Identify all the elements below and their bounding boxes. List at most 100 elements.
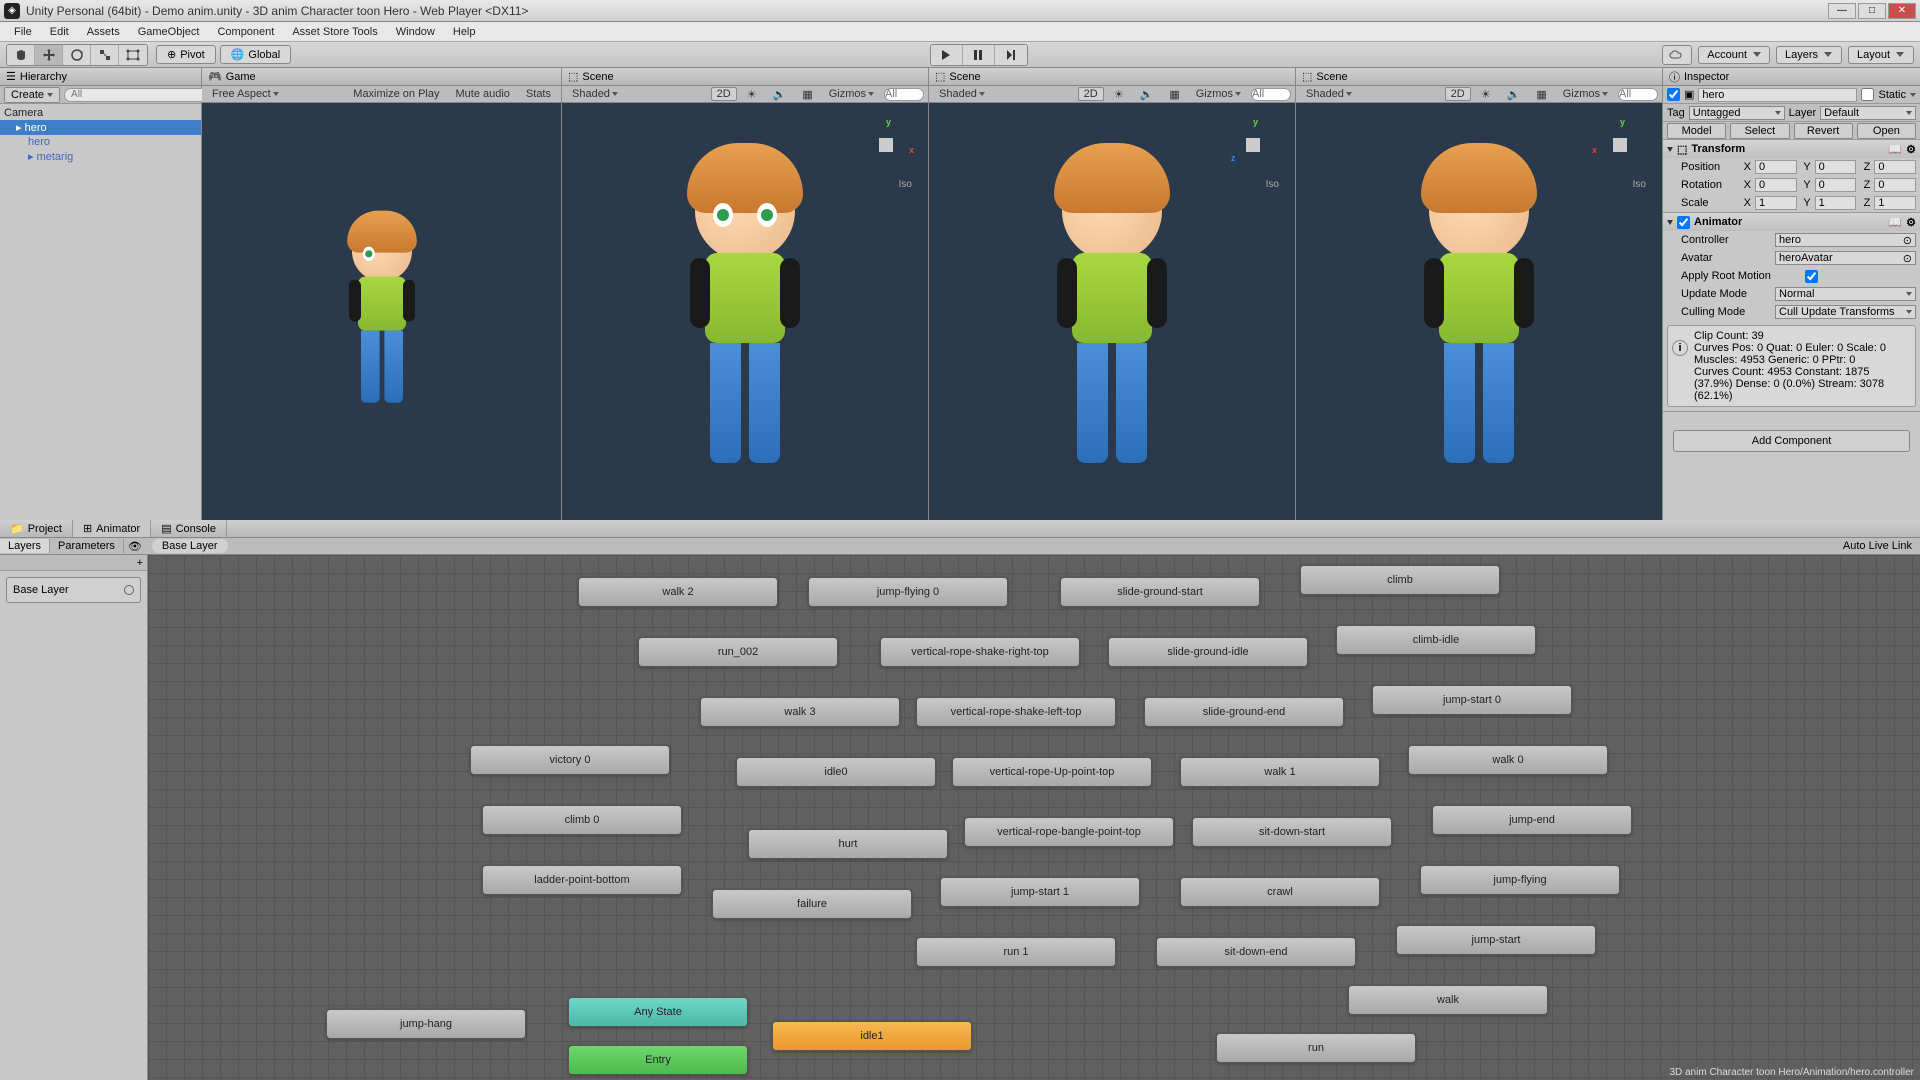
view-gizmo[interactable]: yz (1225, 117, 1281, 173)
animator-header[interactable]: Animator📖⚙ (1663, 213, 1920, 231)
menu-edit[interactable]: Edit (42, 24, 77, 40)
scene-canvas[interactable]: yz Iso (929, 103, 1295, 520)
add-layer-button[interactable]: + (137, 557, 143, 569)
scene-tab[interactable]: ⬚Scene (929, 68, 1295, 86)
layers-dropdown[interactable]: Layers (1776, 46, 1842, 64)
state-node[interactable]: climb 0 (482, 805, 682, 835)
state-node[interactable]: run (1216, 1033, 1416, 1063)
update-mode-dropdown[interactable]: Normal (1775, 287, 1916, 301)
state-node[interactable]: run_002 (638, 637, 838, 667)
tag-dropdown[interactable]: Untagged (1689, 106, 1785, 120)
state-node[interactable]: walk (1348, 985, 1548, 1015)
scene-canvas[interactable]: yx Iso (1296, 103, 1662, 520)
light-icon[interactable]: ☀ (1475, 87, 1497, 102)
state-node[interactable]: walk 2 (578, 577, 778, 607)
scale-y-input[interactable] (1815, 196, 1857, 210)
minimize-button[interactable]: — (1828, 3, 1856, 19)
state-node[interactable]: jump-start (1396, 925, 1596, 955)
menu-window[interactable]: Window (388, 24, 443, 40)
state-node[interactable]: jump-hang (326, 1009, 526, 1039)
menu-component[interactable]: Component (209, 24, 282, 40)
state-node[interactable]: failure (712, 889, 912, 919)
culling-mode-dropdown[interactable]: Cull Update Transforms (1775, 305, 1916, 319)
rect-tool[interactable] (119, 45, 147, 65)
shaded-dropdown[interactable]: Shaded (933, 87, 991, 101)
light-icon[interactable]: ☀ (1108, 87, 1130, 102)
pause-button[interactable] (963, 45, 995, 65)
state-node[interactable]: slide-ground-start (1060, 577, 1260, 607)
hierarchy-item[interactable]: Camera (0, 106, 201, 120)
animator-enabled[interactable] (1677, 216, 1690, 229)
scale-z-input[interactable] (1874, 196, 1916, 210)
gear-icon[interactable]: ⚙ (1906, 143, 1916, 156)
rot-x-input[interactable] (1755, 178, 1797, 192)
shaded-dropdown[interactable]: Shaded (1300, 87, 1358, 101)
object-name-input[interactable] (1698, 88, 1857, 102)
audio-icon[interactable]: 🔊 (1134, 87, 1160, 102)
animator-graph[interactable]: Any State Entry idle1 3D anim Character … (148, 555, 1920, 1080)
pos-x-input[interactable] (1755, 160, 1797, 174)
cloud-button[interactable] (1662, 45, 1692, 65)
step-button[interactable] (995, 45, 1027, 65)
state-node[interactable]: walk 1 (1180, 757, 1380, 787)
inspector-tab[interactable]: ⓘInspector (1663, 68, 1920, 86)
open-button[interactable]: Open (1857, 123, 1916, 139)
audio-icon[interactable]: 🔊 (1501, 87, 1527, 102)
create-button[interactable]: Create (4, 87, 60, 103)
any-state-node[interactable]: Any State (568, 997, 748, 1027)
state-node[interactable]: climb-idle (1336, 625, 1536, 655)
state-node[interactable]: vertical-rope-Up-point-top (952, 757, 1152, 787)
state-node[interactable]: vertical-rope-shake-right-top (880, 637, 1080, 667)
gizmos-dropdown[interactable]: Gizmos (1557, 87, 1614, 101)
hierarchy-item-selected[interactable]: ▸ hero (0, 120, 201, 135)
close-button[interactable]: ✕ (1888, 3, 1916, 19)
state-node[interactable]: climb (1300, 565, 1500, 595)
project-tab[interactable]: 📁Project (0, 520, 73, 537)
scene-search[interactable] (884, 88, 924, 101)
mute-toggle[interactable]: Mute audio (449, 87, 515, 101)
stats-toggle[interactable]: Stats (520, 87, 557, 101)
default-state-node[interactable]: idle1 (772, 1021, 972, 1051)
2d-toggle[interactable]: 2D (1445, 87, 1471, 101)
hierarchy-item[interactable]: ▸ metarig (0, 149, 201, 164)
aspect-dropdown[interactable]: Free Aspect (206, 87, 285, 101)
fx-icon[interactable]: ▦ (1163, 87, 1185, 102)
parameters-button[interactable]: Parameters (50, 539, 124, 553)
state-node[interactable]: walk 3 (700, 697, 900, 727)
scene-tab[interactable]: ⬚Scene (1296, 68, 1662, 86)
menu-file[interactable]: File (6, 24, 40, 40)
hierarchy-search[interactable] (64, 88, 210, 102)
active-checkbox[interactable] (1667, 88, 1680, 101)
pos-y-input[interactable] (1815, 160, 1857, 174)
audio-icon[interactable]: 🔊 (767, 87, 793, 102)
state-node[interactable]: jump-end (1432, 805, 1632, 835)
maximize-button[interactable]: □ (1858, 3, 1886, 19)
scale-tool[interactable] (91, 45, 119, 65)
scale-x-input[interactable] (1755, 196, 1797, 210)
hierarchy-item[interactable]: hero (0, 135, 201, 149)
fx-icon[interactable]: ▦ (1530, 87, 1552, 102)
gizmos-dropdown[interactable]: Gizmos (1190, 87, 1247, 101)
light-icon[interactable]: ☀ (741, 87, 763, 102)
select-button[interactable]: Select (1730, 123, 1789, 139)
maximize-toggle[interactable]: Maximize on Play (347, 87, 445, 101)
breadcrumb[interactable]: Base Layer (152, 539, 228, 553)
controller-field[interactable]: hero⊙ (1775, 233, 1916, 247)
state-node[interactable]: run 1 (916, 937, 1116, 967)
account-dropdown[interactable]: Account (1698, 46, 1770, 64)
layer-item[interactable]: Base Layer (6, 577, 141, 603)
gizmos-dropdown[interactable]: Gizmos (823, 87, 880, 101)
state-node[interactable]: jump-start 1 (940, 877, 1140, 907)
transform-header[interactable]: ⬚Transform📖⚙ (1663, 140, 1920, 158)
state-node[interactable]: walk 0 (1408, 745, 1608, 775)
revert-button[interactable]: Revert (1794, 123, 1853, 139)
state-node[interactable]: jump-start 0 (1372, 685, 1572, 715)
add-component-button[interactable]: Add Component (1673, 430, 1910, 452)
gear-icon[interactable] (124, 585, 134, 595)
global-toggle[interactable]: 🌐Global (220, 45, 292, 64)
console-tab[interactable]: ▤Console (151, 520, 227, 537)
help-icon[interactable]: 📖 (1888, 216, 1902, 229)
shaded-dropdown[interactable]: Shaded (566, 87, 624, 101)
menu-gameobject[interactable]: GameObject (130, 24, 208, 40)
game-canvas[interactable] (202, 103, 561, 520)
